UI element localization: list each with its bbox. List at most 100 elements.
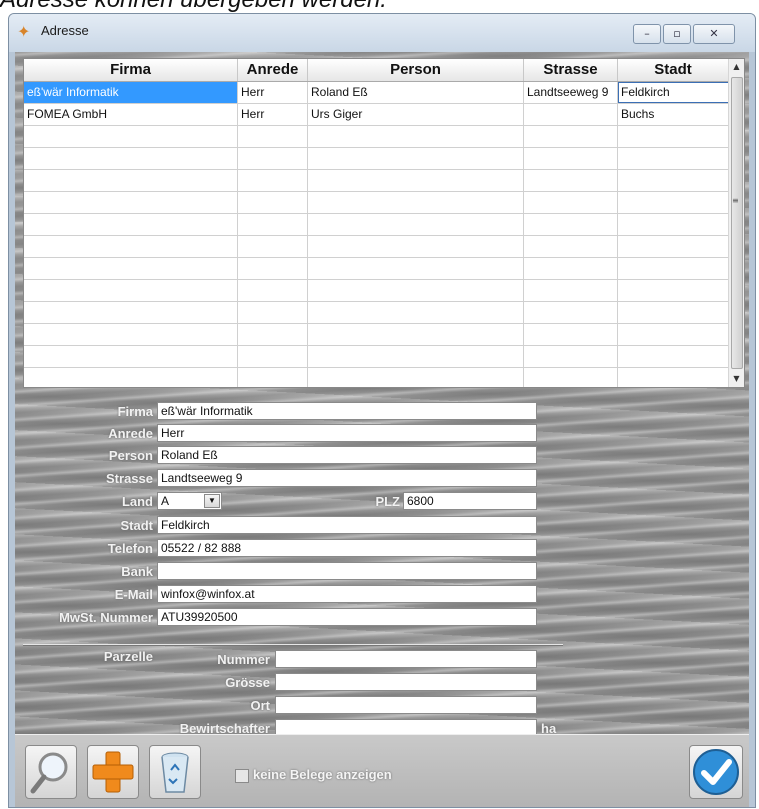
- empty-cell: [24, 126, 238, 147]
- empty-cell: [618, 324, 729, 345]
- title-bar[interactable]: ✦ Adresse – ▫ ✕: [9, 14, 755, 52]
- empty-cell: [308, 192, 524, 213]
- empty-cell: [308, 346, 524, 367]
- cell-firma[interactable]: eß'wär Informatik: [24, 82, 238, 103]
- empty-cell: [618, 258, 729, 279]
- email-field[interactable]: winfox@winfox.at: [157, 585, 537, 603]
- empty-cell: [238, 258, 308, 279]
- close-button[interactable]: ✕: [693, 24, 735, 44]
- label-firma: Firma: [117, 404, 153, 419]
- keine-belege-checkbox[interactable]: [235, 769, 249, 783]
- empty-table-row: [24, 280, 729, 302]
- column-header-stadt[interactable]: Stadt: [618, 59, 729, 81]
- empty-cell: [24, 214, 238, 235]
- stadt-field[interactable]: Feldkirch: [157, 516, 537, 534]
- label-anrede: Anrede: [108, 426, 153, 441]
- empty-cell: [24, 258, 238, 279]
- empty-table-row: [24, 258, 729, 280]
- empty-cell: [308, 126, 524, 147]
- empty-cell: [238, 368, 308, 387]
- cell-stadt[interactable]: Buchs: [618, 104, 729, 125]
- column-header-person[interactable]: Person: [308, 59, 524, 81]
- cell-person[interactable]: Roland Eß: [308, 82, 524, 103]
- label-bank: Bank: [121, 564, 153, 579]
- land-value: A: [161, 494, 170, 508]
- empty-table-row: [24, 214, 729, 236]
- bank-field[interactable]: [157, 562, 537, 580]
- person-field[interactable]: Roland Eß: [157, 446, 537, 464]
- table-row[interactable]: FOMEA GmbH Herr Urs Giger Buchs: [24, 104, 729, 126]
- empty-cell: [524, 214, 618, 235]
- firma-field[interactable]: eß'wär Informatik: [157, 402, 537, 420]
- column-header-strasse[interactable]: Strasse: [524, 59, 618, 81]
- add-button[interactable]: [87, 745, 139, 799]
- empty-cell: [308, 280, 524, 301]
- empty-cell: [24, 324, 238, 345]
- empty-cell: [238, 214, 308, 235]
- search-button[interactable]: [25, 745, 77, 799]
- empty-cell: [238, 148, 308, 169]
- scroll-down-arrow-icon[interactable]: ▼: [729, 371, 744, 387]
- grid-vertical-scrollbar[interactable]: ▲ ≡ ▼: [728, 59, 744, 387]
- empty-cell: [618, 192, 729, 213]
- ok-button[interactable]: [689, 745, 743, 799]
- telefon-field[interactable]: 05522 / 82 888: [157, 539, 537, 557]
- cell-anrede[interactable]: Herr: [238, 82, 308, 103]
- scroll-up-arrow-icon[interactable]: ▲: [729, 59, 744, 75]
- cell-strasse[interactable]: [524, 104, 618, 125]
- cell-strasse[interactable]: Landtseeweg 9: [524, 82, 618, 103]
- delete-button[interactable]: [149, 745, 201, 799]
- minimize-button[interactable]: –: [633, 24, 661, 44]
- anrede-field[interactable]: Herr: [157, 424, 537, 442]
- empty-cell: [618, 346, 729, 367]
- ort-field[interactable]: [275, 696, 537, 714]
- empty-cell: [618, 148, 729, 169]
- empty-cell: [308, 258, 524, 279]
- empty-cell: [618, 302, 729, 323]
- label-person: Person: [108, 448, 153, 463]
- empty-cell: [238, 302, 308, 323]
- empty-table-row: [24, 368, 729, 387]
- empty-cell: [238, 126, 308, 147]
- cell-person[interactable]: Urs Giger: [308, 104, 524, 125]
- label-ort: Ort: [250, 698, 271, 713]
- label-telefon: Telefon: [107, 541, 153, 556]
- scroll-thumb[interactable]: [731, 77, 743, 369]
- empty-cell: [524, 148, 618, 169]
- empty-cell: [238, 170, 308, 191]
- empty-cell: [308, 368, 524, 387]
- empty-cell: [238, 192, 308, 213]
- column-header-anrede[interactable]: Anrede: [238, 59, 308, 81]
- nummer-field[interactable]: [275, 650, 537, 668]
- empty-cell: [618, 368, 729, 387]
- empty-cell: [524, 324, 618, 345]
- keine-belege-label[interactable]: keine Belege anzeigen: [253, 767, 392, 782]
- column-header-firma[interactable]: Firma: [24, 59, 238, 81]
- strasse-field[interactable]: Landtseeweg 9: [157, 469, 537, 487]
- groesse-field[interactable]: [275, 673, 537, 691]
- empty-cell: [524, 368, 618, 387]
- empty-cell: [24, 280, 238, 301]
- empty-table-row: [24, 192, 729, 214]
- checkmark-icon: [693, 749, 739, 795]
- plz-field[interactable]: 6800: [403, 492, 537, 510]
- cell-anrede[interactable]: Herr: [238, 104, 308, 125]
- mwst-nummer-field[interactable]: ATU39920500: [157, 608, 537, 626]
- label-strasse: Strasse: [106, 471, 153, 486]
- empty-cell: [24, 236, 238, 257]
- cell-stadt[interactable]: Feldkirch: [618, 82, 729, 103]
- land-select[interactable]: A ▼: [157, 492, 222, 510]
- cell-firma[interactable]: FOMEA GmbH: [24, 104, 238, 125]
- empty-cell: [308, 324, 524, 345]
- empty-table-row: [24, 148, 729, 170]
- empty-table-row: [24, 126, 729, 148]
- chevron-down-icon[interactable]: ▼: [204, 494, 220, 508]
- empty-cell: [238, 236, 308, 257]
- empty-cell: [524, 170, 618, 191]
- empty-cell: [238, 280, 308, 301]
- address-grid[interactable]: Firma Anrede Person Strasse Stadt eß'wär…: [23, 58, 745, 388]
- empty-cell: [524, 280, 618, 301]
- maximize-button[interactable]: ▫: [663, 24, 691, 44]
- table-row[interactable]: eß'wär Informatik Herr Roland Eß Landtse…: [24, 82, 729, 104]
- empty-cell: [238, 324, 308, 345]
